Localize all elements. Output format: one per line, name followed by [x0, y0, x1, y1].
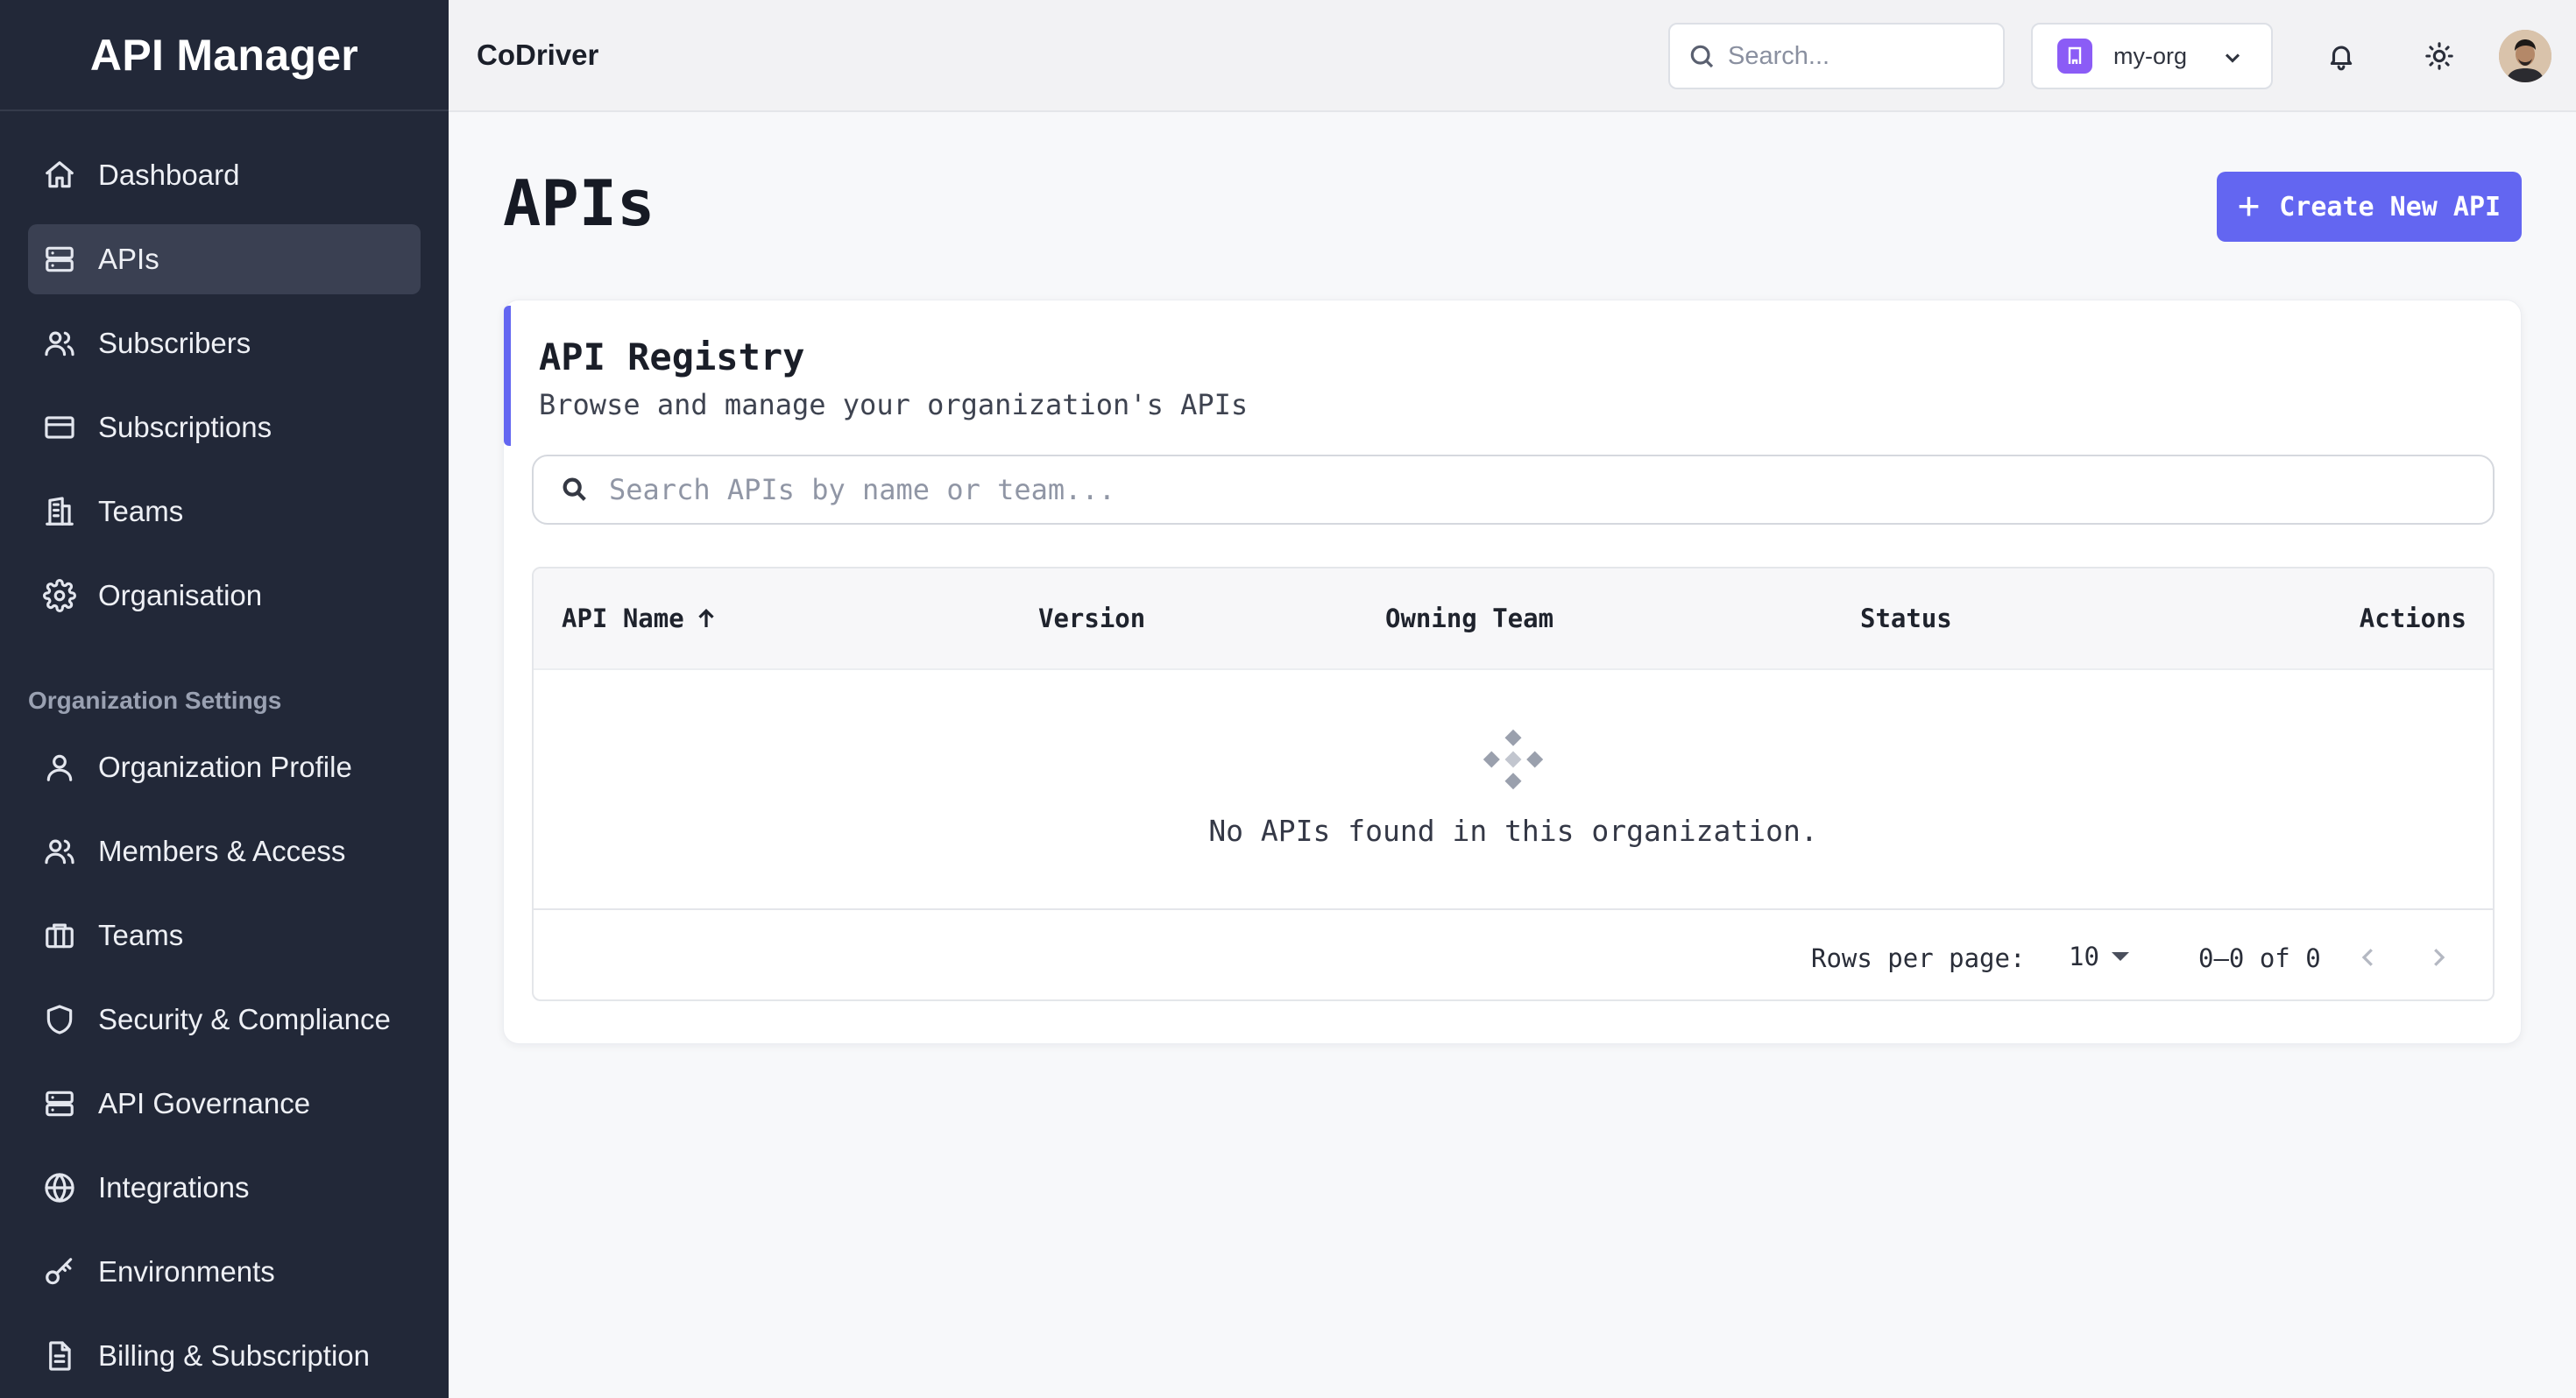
app-title: CoDriver: [477, 39, 599, 71]
sidebar-item-label: Organisation: [98, 579, 263, 611]
server-icon: [42, 242, 77, 277]
card-accent-bar: [504, 306, 511, 446]
column-header-api-name[interactable]: API Name: [562, 604, 719, 633]
brand-name: API Manager: [89, 30, 359, 80]
chevron-down-icon: [2225, 53, 2240, 63]
global-search[interactable]: [1668, 23, 2005, 89]
user-icon: [42, 750, 77, 785]
globe-icon: [42, 1170, 77, 1205]
server-icon: [42, 1086, 77, 1121]
chevron-left-icon: [2361, 949, 2373, 966]
empty-state-message: No APIs found in this organization.: [1208, 814, 1818, 848]
sidebar-item-api-governance[interactable]: API Governance: [28, 1069, 421, 1139]
sidebar-item-organization-profile[interactable]: Organization Profile: [28, 732, 421, 802]
sidebar-item-label: Teams: [98, 495, 184, 527]
api-search[interactable]: [532, 455, 2495, 525]
briefcase-icon: [42, 918, 77, 953]
users-icon: [42, 326, 77, 361]
user-avatar[interactable]: [2499, 30, 2551, 82]
avatar-image: [2499, 30, 2551, 82]
main-nav: Dashboard APIs Subscribers Subscriptions…: [28, 140, 421, 645]
sidebar-item-label: Security & Compliance: [98, 1003, 391, 1035]
next-page-button[interactable]: [2417, 936, 2459, 978]
pagination-range: 0–0 of 0: [2198, 943, 2321, 973]
sidebar-item-organisation[interactable]: Organisation: [28, 561, 421, 631]
sidebar-item-billing-subscription[interactable]: Billing & Subscription: [28, 1321, 421, 1391]
sidebar-item-label: Subscriptions: [98, 411, 272, 443]
rows-per-page-value: 10: [2069, 942, 2099, 971]
api-registry-card: API Registry Browse and manage your orga…: [503, 300, 2522, 1044]
sidebar-item-label: Integrations: [98, 1171, 250, 1204]
column-header-label: API Name: [562, 604, 684, 633]
create-new-api-button[interactable]: + Create New API: [2217, 172, 2522, 242]
sidebar-item-integrations[interactable]: Integrations: [28, 1153, 421, 1223]
sidebar-item-members-access[interactable]: Members & Access: [28, 816, 421, 886]
org-building-icon: [2057, 39, 2092, 74]
org-name: my-org: [2113, 42, 2188, 69]
sidebar-item-label: Billing & Subscription: [98, 1339, 370, 1372]
api-table: API Name Version Owning Team Status Acti…: [532, 567, 2495, 1001]
api-diamond-icon: [1483, 729, 1544, 790]
sidebar-item-label: APIs: [98, 243, 159, 275]
column-header-label: Version: [1038, 604, 1146, 633]
theme-toggle-button[interactable]: [2418, 35, 2460, 77]
rows-per-page-select[interactable]: 10: [2069, 942, 2129, 971]
arrow-up-icon: [698, 608, 714, 627]
card-title: API Registry: [539, 335, 805, 378]
sidebar-item-subscriptions[interactable]: Subscriptions: [28, 392, 421, 462]
chevron-right-icon: [2434, 949, 2445, 966]
sidebar-item-dashboard[interactable]: Dashboard: [28, 140, 421, 210]
card-subtitle: Browse and manage your organization's AP…: [539, 388, 1249, 421]
global-search-input[interactable]: [1728, 41, 1991, 71]
table-header: API Name Version Owning Team Status Acti…: [534, 568, 2493, 670]
sidebar-item-settings-teams[interactable]: Teams: [28, 900, 421, 971]
users-icon: [42, 834, 77, 869]
settings-nav: Organization Profile Members & Access Te…: [28, 732, 421, 1398]
sidebar-item-label: API Governance: [98, 1087, 311, 1119]
create-new-api-label: Create New API: [2279, 191, 2502, 222]
search-icon: [563, 477, 586, 501]
bell-icon: [2330, 46, 2353, 71]
building-icon: [42, 494, 77, 529]
sidebar-item-security-compliance[interactable]: Security & Compliance: [28, 985, 421, 1055]
sun-icon: [2425, 42, 2453, 70]
column-header-status[interactable]: Status: [1860, 604, 1952, 633]
column-header-label: Actions: [2359, 604, 2466, 633]
brand[interactable]: API Manager: [0, 0, 449, 111]
sidebar-item-label: Subscribers: [98, 327, 251, 359]
sidebar-item-subscribers[interactable]: Subscribers: [28, 308, 421, 378]
search-icon: [1690, 45, 1714, 68]
key-icon: [42, 1254, 77, 1289]
document-icon: [42, 1338, 77, 1373]
sidebar-item-label: Dashboard: [98, 159, 240, 191]
sidebar: API Manager Dashboard APIs Subscribers S…: [0, 0, 449, 1398]
gear-icon: [42, 578, 77, 613]
rows-per-page-label: Rows per page:: [1811, 943, 2026, 973]
sidebar-item-label: Environments: [98, 1255, 275, 1288]
notifications-button[interactable]: [2320, 35, 2362, 77]
column-header-version[interactable]: Version: [1038, 604, 1145, 633]
sidebar-item-label: Members & Access: [98, 835, 346, 867]
sidebar-item-label: Teams: [98, 919, 184, 951]
column-header-label: Owning Team: [1385, 604, 1554, 633]
caret-down-icon: [2111, 952, 2129, 961]
table-pagination: Rows per page: 10 0–0 of 0: [534, 908, 2493, 999]
top-header: CoDriver my-org: [449, 0, 2576, 112]
sidebar-item-teams[interactable]: Teams: [28, 477, 421, 547]
previous-page-button[interactable]: [2347, 936, 2389, 978]
sidebar-item-apis[interactable]: APIs: [28, 224, 421, 294]
sidebar-section-title: Organization Settings: [28, 687, 282, 714]
column-header-actions: Actions: [2360, 604, 2466, 633]
org-switcher[interactable]: my-org: [2031, 23, 2273, 89]
home-icon: [42, 158, 77, 193]
credit-card-icon: [42, 410, 77, 445]
column-header-owning-team[interactable]: Owning Team: [1385, 604, 1553, 633]
plus-icon: +: [2237, 183, 2261, 227]
sidebar-item-label: Organization Profile: [98, 751, 352, 783]
page-title: APIs: [503, 166, 655, 240]
column-header-label: Status: [1860, 604, 1952, 633]
sidebar-item-environments[interactable]: Environments: [28, 1237, 421, 1307]
shield-icon: [42, 1002, 77, 1037]
api-search-input[interactable]: [609, 473, 2361, 506]
